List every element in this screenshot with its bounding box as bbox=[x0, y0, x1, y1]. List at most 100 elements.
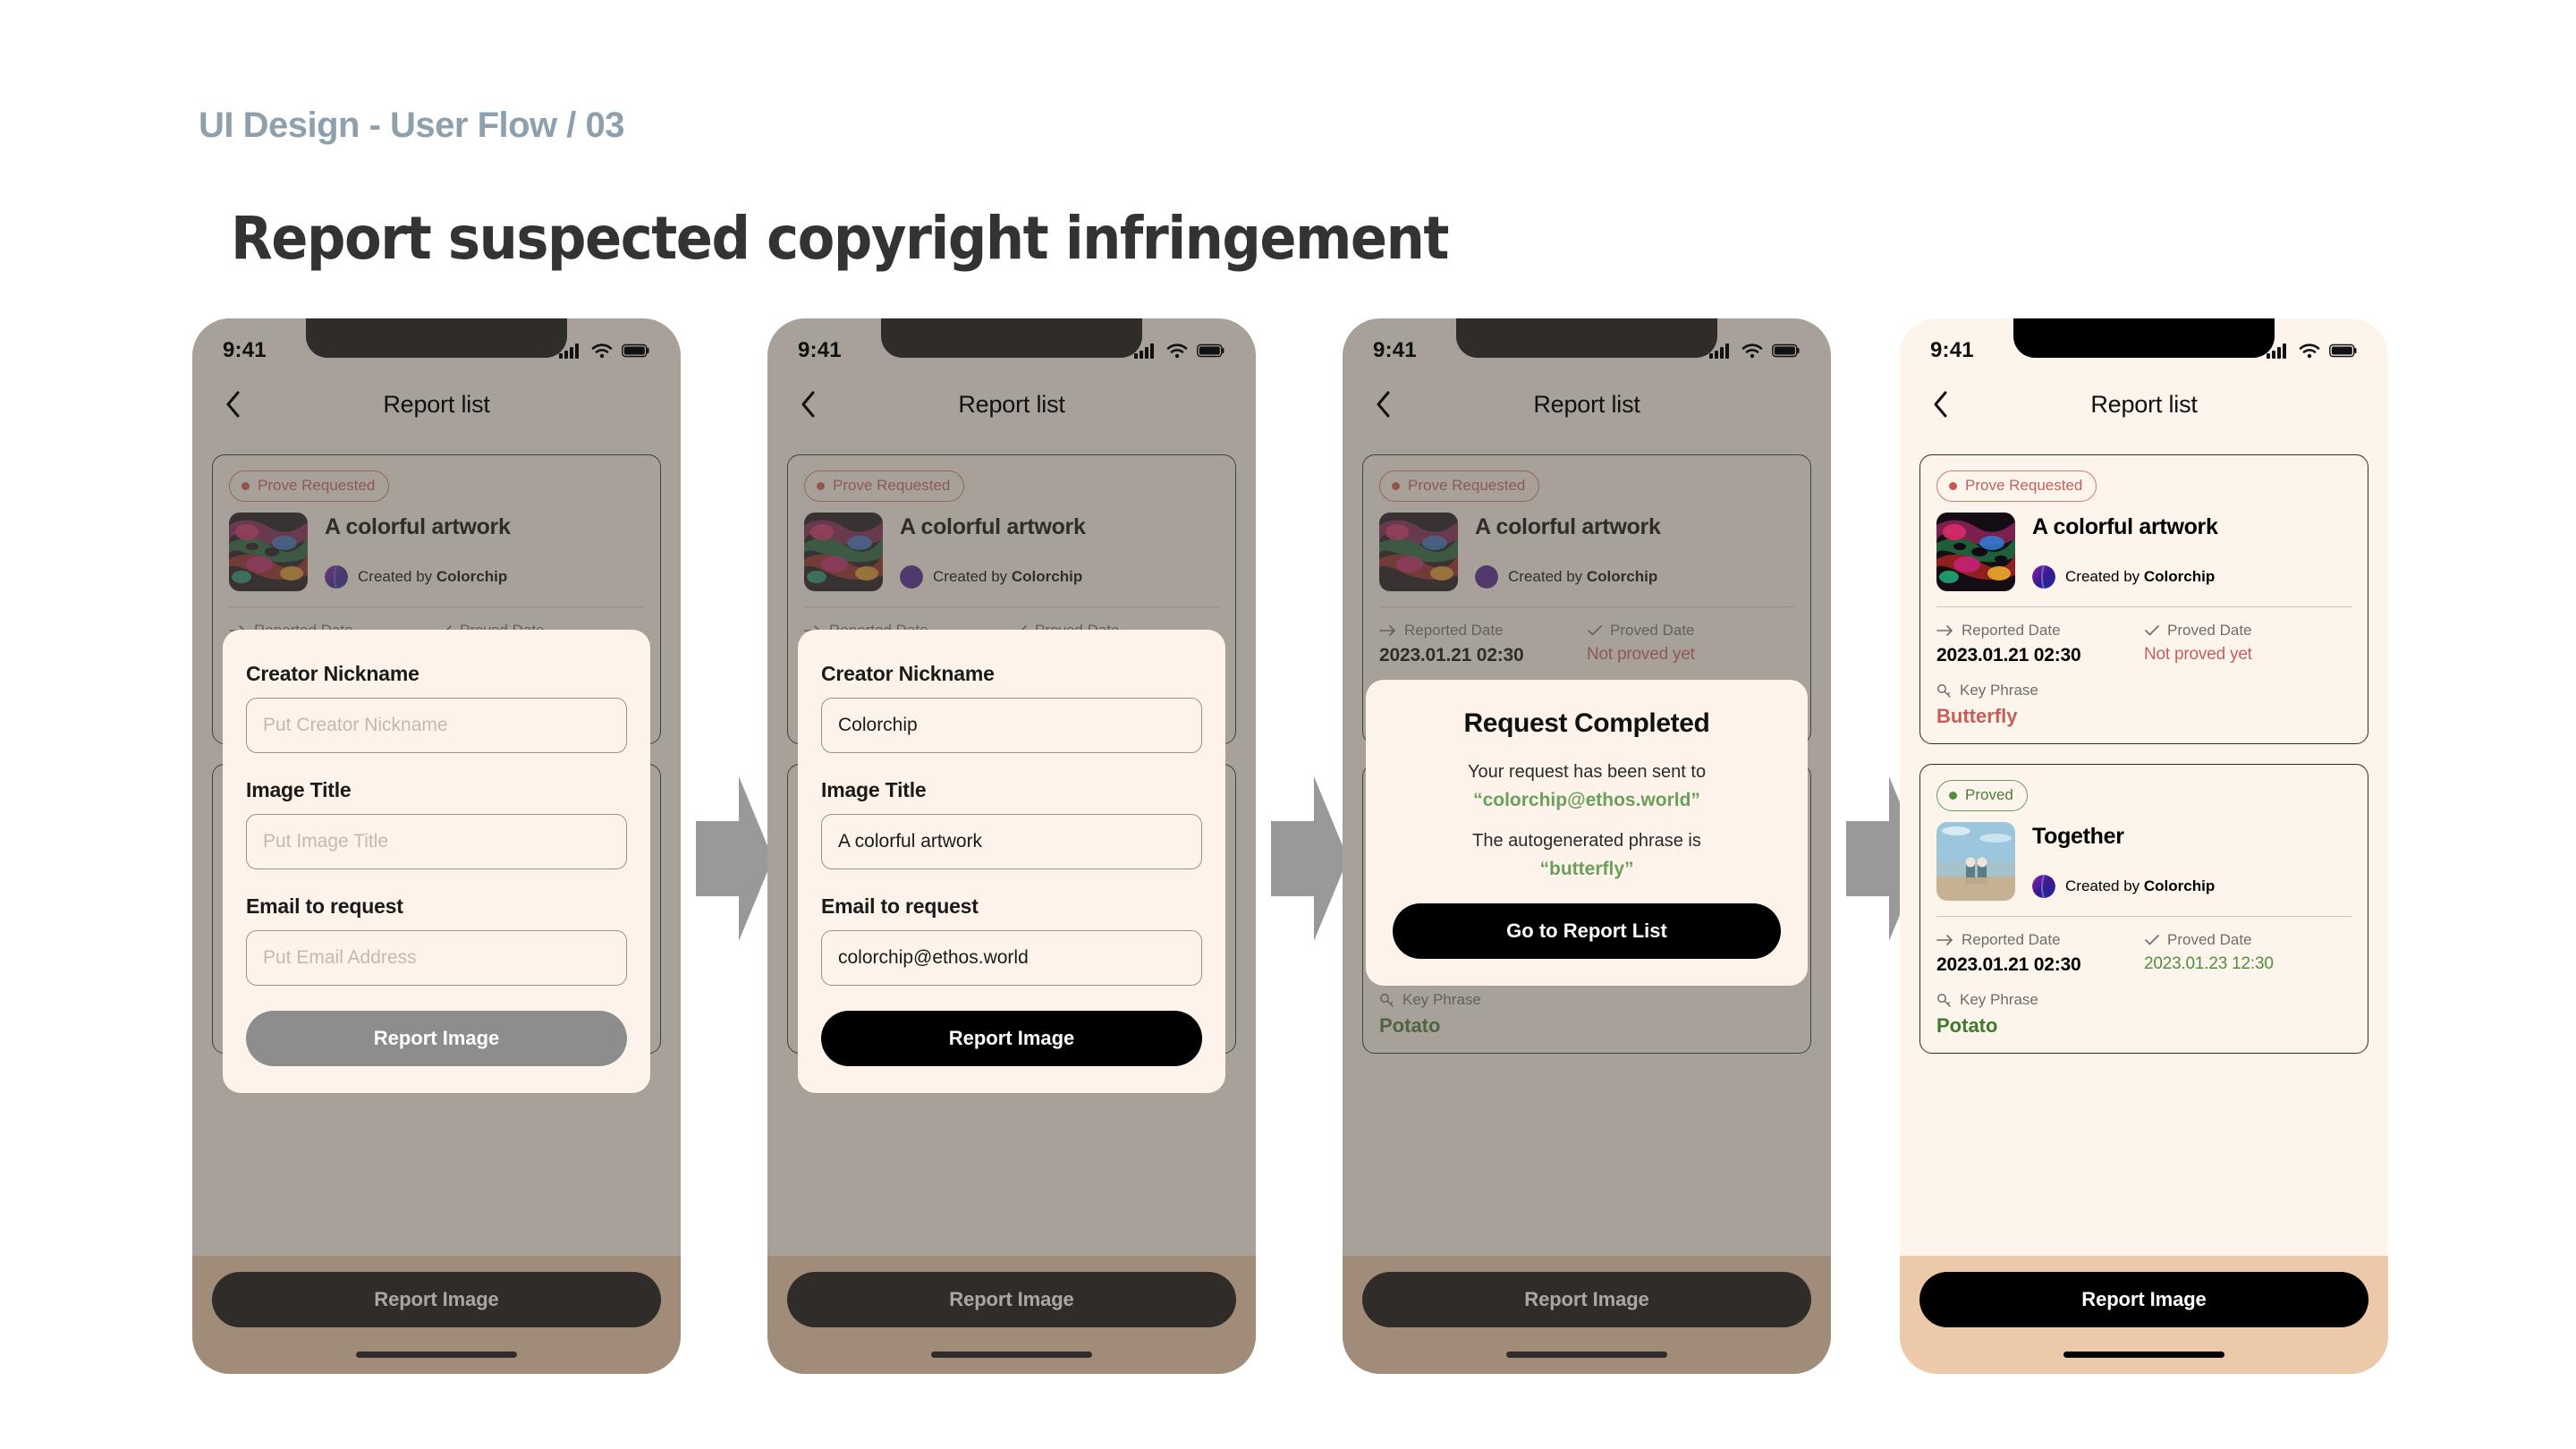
arrow-right-icon bbox=[1379, 625, 1395, 636]
home-indicator bbox=[931, 1352, 1092, 1358]
creator-label: Created by Colorchip bbox=[358, 568, 508, 585]
proved-date-block: Proved Date Not proved yet bbox=[2144, 622, 2351, 666]
report-image-button[interactable]: Report Image bbox=[1919, 1272, 2368, 1327]
report-form-sheet: Creator Nickname Put Creator Nickname Im… bbox=[223, 630, 650, 1093]
status-badge-label: Proved bbox=[1965, 786, 2013, 804]
status-bar: 9:41 bbox=[1343, 318, 1831, 372]
screen-request-completed: Prove Requested A colorful artwork Creat… bbox=[1343, 318, 1831, 1374]
flow-arrow-icon bbox=[696, 769, 773, 948]
back-button[interactable] bbox=[216, 386, 251, 422]
abstract-colorful-artwork-thumbnail bbox=[804, 513, 883, 591]
home-indicator bbox=[2063, 1352, 2224, 1358]
battery-icon bbox=[1197, 343, 1224, 358]
key-phrase-block: Key Phrase Potato bbox=[1936, 991, 2351, 1038]
dialog-email-value: “colorchip@ethos.world” bbox=[1473, 790, 1700, 810]
report-form-sheet: Creator Nickname Colorchip Image Title A… bbox=[798, 630, 1225, 1093]
status-badge: Prove Requested bbox=[1936, 470, 2097, 502]
wifi-icon bbox=[1166, 343, 1188, 359]
field-group-image-title: Image Title A colorful artwork bbox=[821, 778, 1202, 869]
abstract-colorful-artwork-thumbnail bbox=[229, 513, 308, 591]
check-icon bbox=[2145, 625, 2159, 636]
page-title: Report suspected copyright infringement bbox=[231, 204, 1449, 273]
bottom-action-bar: Report Image bbox=[192, 1256, 681, 1374]
creator-nickname-input[interactable]: Put Creator Nickname bbox=[246, 698, 627, 753]
dialog-title: Request Completed bbox=[1463, 708, 1710, 738]
submit-report-button[interactable]: Report Image bbox=[246, 1011, 627, 1066]
back-button[interactable] bbox=[1923, 386, 1959, 422]
status-bar: 9:41 bbox=[192, 318, 681, 372]
avatar bbox=[2032, 565, 2055, 589]
status-badge: Prove Requested bbox=[229, 470, 390, 502]
go-to-report-list-button[interactable]: Go to Report List bbox=[1393, 903, 1781, 959]
nav-bar: Report list bbox=[767, 372, 1256, 436]
field-group-image-title: Image Title Put Image Title bbox=[246, 778, 627, 869]
cellular-signal-icon bbox=[559, 343, 579, 359]
check-icon bbox=[1588, 625, 1602, 636]
nav-title: Report list bbox=[383, 390, 490, 418]
arrow-right-icon bbox=[1936, 625, 1953, 636]
key-phrase-value: Butterfly bbox=[1936, 705, 2018, 728]
artwork-title: Together bbox=[2032, 824, 2124, 850]
email-to-request-input[interactable]: colorchip@ethos.world bbox=[821, 930, 1202, 986]
avatar bbox=[900, 565, 923, 589]
status-dot-icon bbox=[1949, 481, 1957, 490]
key-phrase-block: Key Phrase Butterfly bbox=[1936, 682, 2351, 728]
submit-report-button[interactable]: Report Image bbox=[821, 1011, 1202, 1066]
eyebrow-label: UI Design - User Flow / 03 bbox=[199, 106, 625, 145]
table-row[interactable]: Proved Together Created by Colorchip Rep… bbox=[1919, 764, 2368, 1055]
email-to-request-input[interactable]: Put Email Address bbox=[246, 930, 627, 986]
bottom-action-bar: Report Image bbox=[767, 1256, 1256, 1374]
dialog-line-2: The autogenerated phrase is bbox=[1472, 831, 1701, 851]
back-button[interactable] bbox=[1366, 386, 1402, 422]
divider bbox=[229, 606, 644, 608]
avatar bbox=[2032, 875, 2055, 899]
artwork-title: A colorful artwork bbox=[900, 514, 1086, 539]
chevron-left-icon bbox=[226, 391, 240, 418]
key-icon bbox=[1380, 994, 1394, 1008]
status-bar: 9:41 bbox=[767, 318, 1256, 372]
creator-nickname-input[interactable]: Colorchip bbox=[821, 698, 1202, 753]
nav-bar: Report list bbox=[192, 372, 681, 436]
report-image-button[interactable]: Report Image bbox=[212, 1272, 661, 1327]
report-image-button[interactable]: Report Image bbox=[787, 1272, 1236, 1327]
artwork-title: A colorful artwork bbox=[2032, 514, 2218, 539]
creator-row: Created by Colorchip bbox=[2032, 565, 2351, 589]
reported-date-block: Reported Date 2023.01.21 02:30 bbox=[1936, 931, 2144, 976]
chevron-left-icon bbox=[1934, 391, 1947, 418]
chevron-left-icon bbox=[801, 391, 815, 418]
nav-bar: Report list bbox=[1900, 372, 2388, 436]
report-image-button[interactable]: Report Image bbox=[1362, 1272, 1811, 1327]
battery-icon bbox=[1772, 343, 1800, 358]
reported-date-block: Reported Date 2023.01.21 02:30 bbox=[1936, 622, 2144, 666]
beach-photo-thumbnail bbox=[1936, 822, 2015, 902]
creator-label: Created by Colorchip bbox=[2065, 568, 2216, 585]
cellular-signal-icon bbox=[1709, 343, 1729, 359]
status-badge-label: Prove Requested bbox=[1965, 477, 2083, 494]
chevron-left-icon bbox=[1377, 391, 1390, 418]
check-icon bbox=[2145, 935, 2159, 945]
nav-title: Report list bbox=[2090, 390, 2198, 418]
screen-empty-form: Prove Requested A colorful artwork Creat… bbox=[192, 318, 681, 1374]
status-dot-icon bbox=[817, 481, 825, 490]
abstract-colorful-artwork-thumbnail bbox=[1379, 513, 1458, 591]
image-title-input[interactable]: Put Image Title bbox=[246, 814, 627, 869]
dialog-line-1: Your request has been sent to bbox=[1467, 762, 1707, 782]
status-dot-icon bbox=[242, 481, 250, 490]
reported-date-value: 2023.01.21 02:30 bbox=[1936, 954, 2081, 976]
creator-row: Created by Colorchip bbox=[900, 565, 1219, 589]
creator-row: Created by Colorchip bbox=[325, 565, 644, 589]
creator-label: Created by Colorchip bbox=[2065, 877, 2216, 895]
wifi-icon bbox=[591, 343, 613, 359]
field-group-creator-nickname: Creator Nickname Put Creator Nickname bbox=[246, 662, 627, 753]
nav-bar: Report list bbox=[1343, 372, 1831, 436]
back-button[interactable] bbox=[791, 386, 826, 422]
key-phrase-value: Potato bbox=[1936, 1014, 1998, 1038]
dialog-phrase-value: “butterfly” bbox=[1539, 859, 1634, 879]
design-board: UI Design - User Flow / 03 Report suspec… bbox=[0, 0, 2576, 1449]
reported-date-value: 2023.01.21 02:30 bbox=[1936, 645, 2081, 666]
divider bbox=[1936, 606, 2351, 608]
avatar bbox=[325, 565, 348, 589]
table-row[interactable]: Prove Requested A colorful artwork Creat… bbox=[1919, 454, 2368, 745]
status-time: 9:41 bbox=[223, 338, 267, 362]
image-title-input[interactable]: A colorful artwork bbox=[821, 814, 1202, 869]
